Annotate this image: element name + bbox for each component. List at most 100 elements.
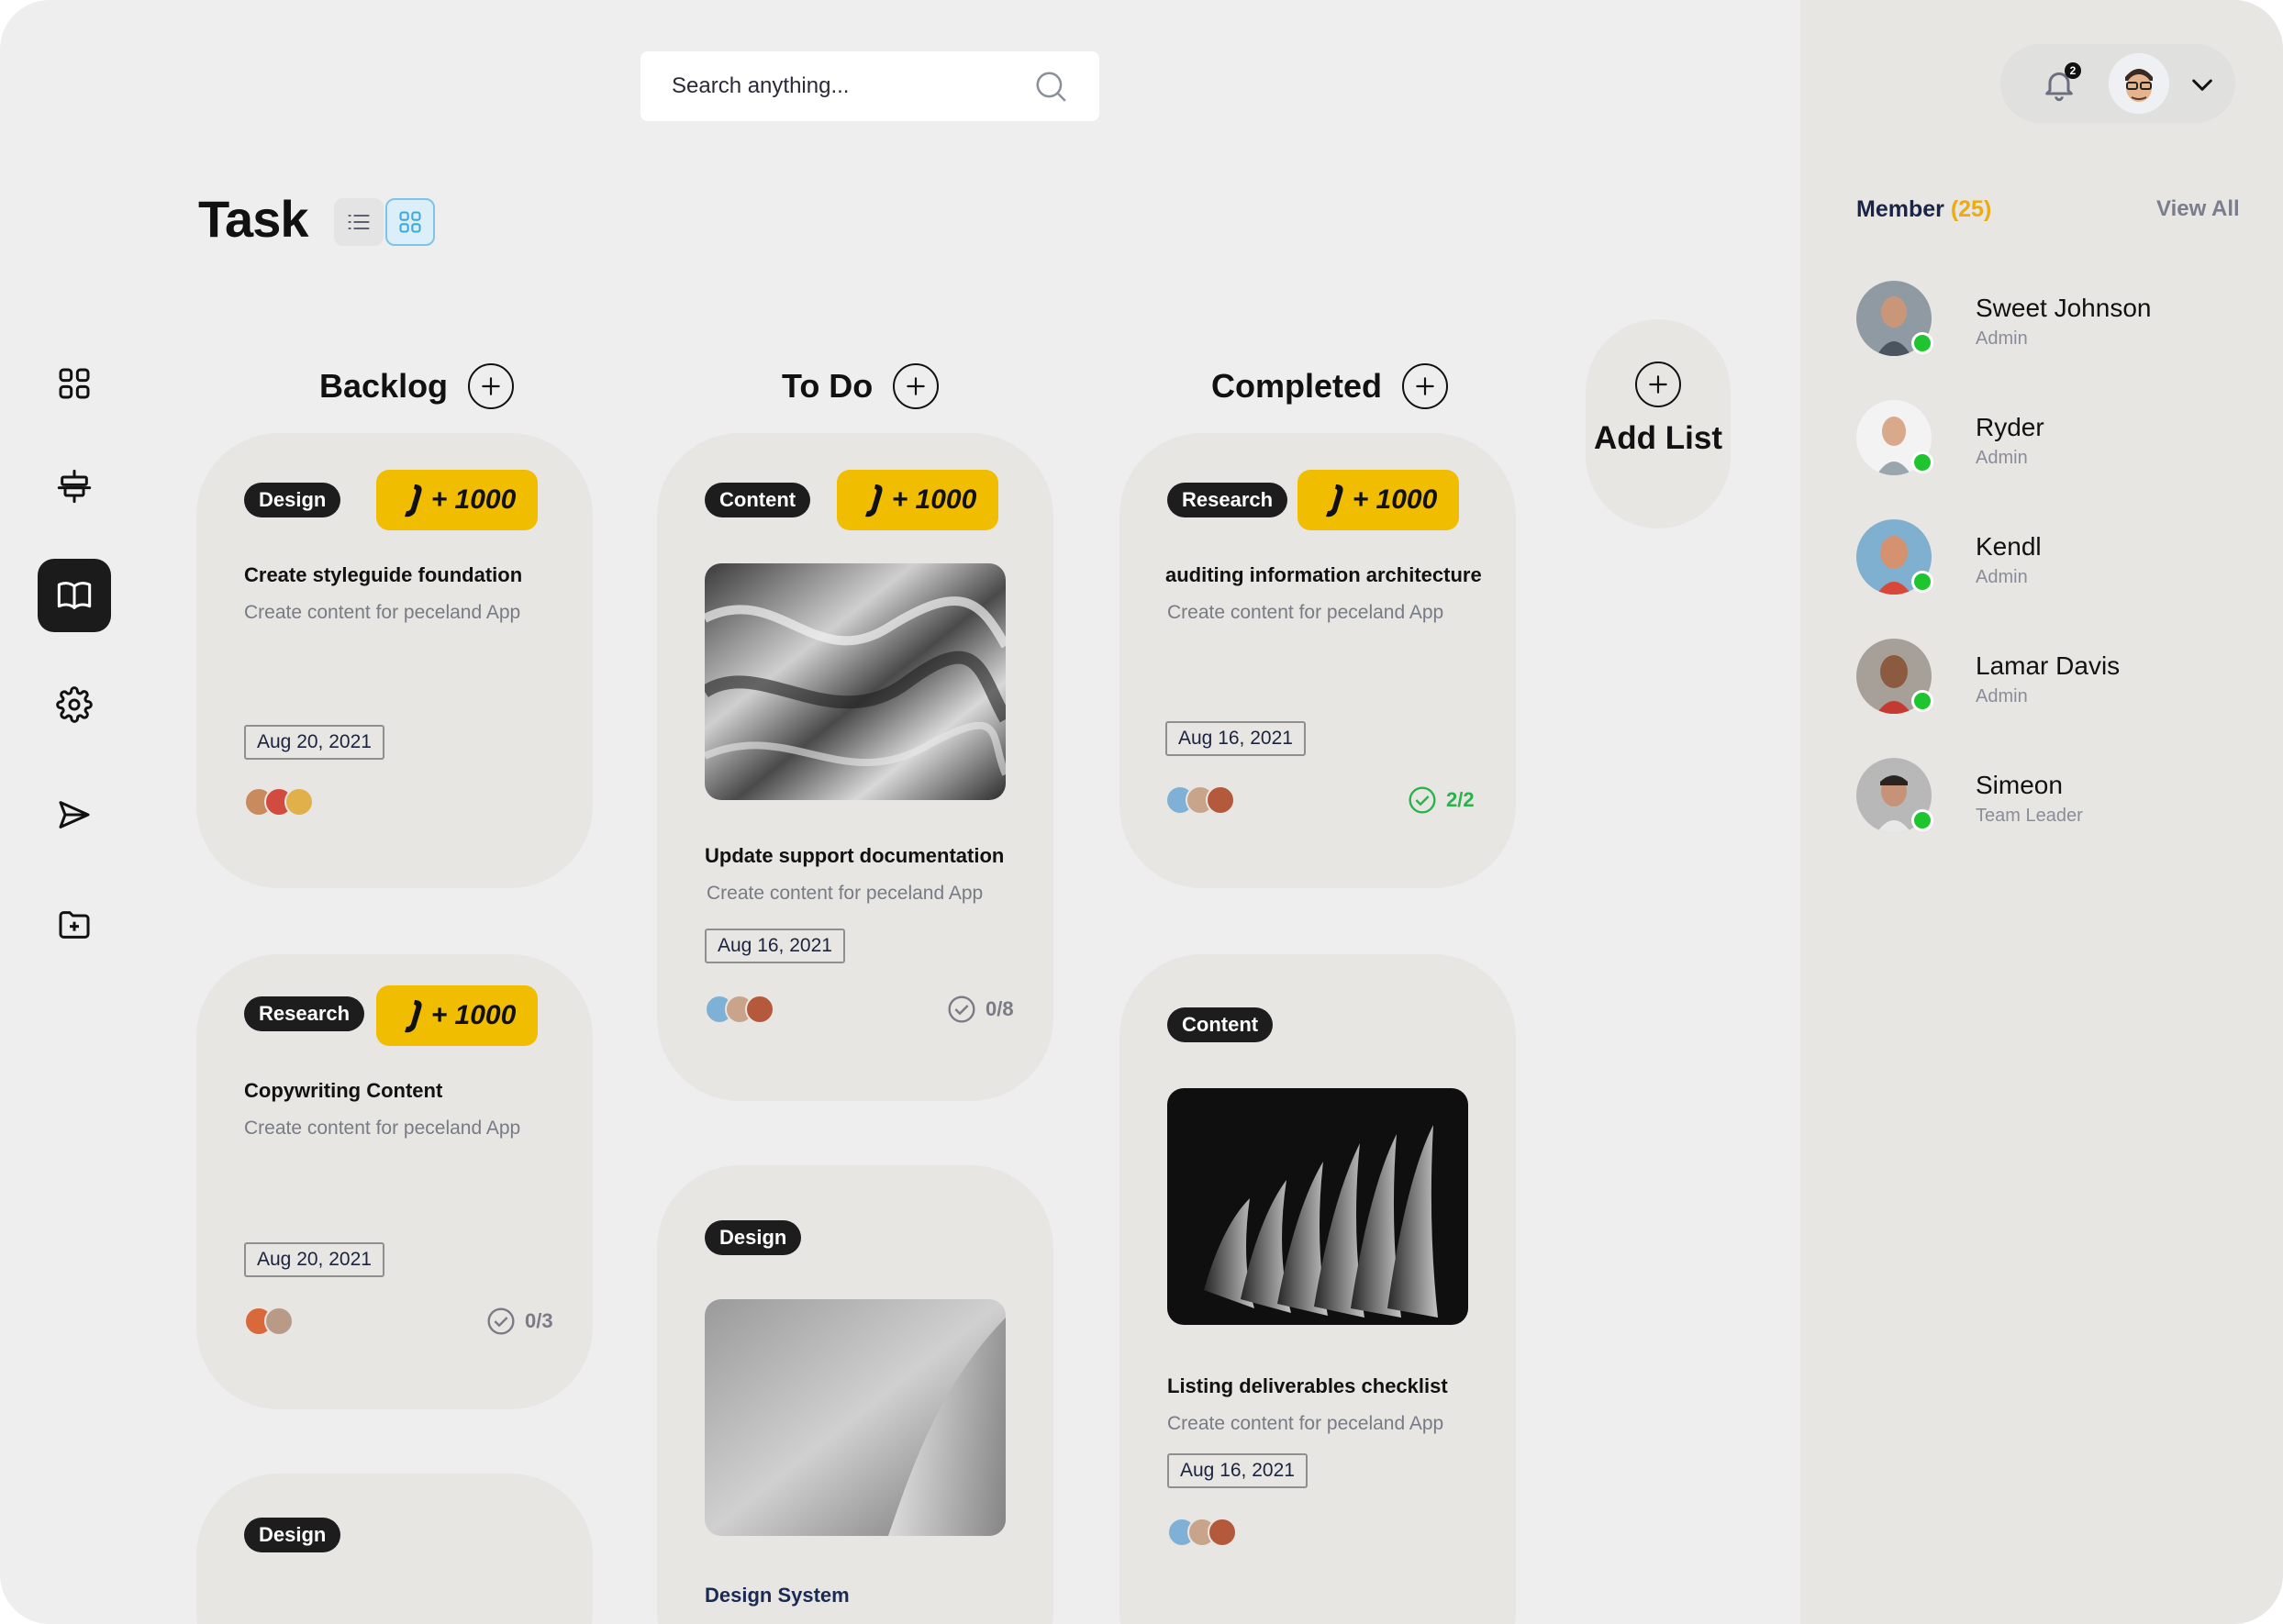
- points-label: + 1000: [1352, 484, 1438, 515]
- member-name: Sweet Johnson: [1976, 294, 2152, 322]
- task-card[interactable]: Content + 1000 Update support documentat…: [657, 433, 1053, 1101]
- category-tag: Design: [705, 1220, 802, 1255]
- member-item[interactable]: Ryder Admin: [1856, 400, 2242, 477]
- member-role: Team Leader: [1976, 806, 2083, 826]
- list-view-button[interactable]: [334, 198, 384, 246]
- points-label: + 1000: [430, 1000, 517, 1030]
- column-header-backlog: Backlog: [319, 363, 515, 409]
- points-label: + 1000: [430, 484, 517, 515]
- card-subtitle: Create content for peceland App: [707, 883, 984, 904]
- brand-logo-icon: [404, 1000, 422, 1033]
- online-indicator: [1911, 809, 1933, 831]
- members-label: Member: [1856, 196, 1944, 222]
- column-title: To Do: [782, 367, 874, 405]
- sidebar-item-align[interactable]: [38, 450, 111, 523]
- member-item[interactable]: Kendl Admin: [1856, 519, 2242, 596]
- member-name: Ryder: [1976, 413, 2044, 441]
- add-card-button[interactable]: [468, 363, 515, 409]
- checklist-count: 2/2: [1446, 788, 1475, 811]
- online-indicator: [1911, 690, 1933, 712]
- task-card[interactable]: Content Listing deliverables checklist C…: [1119, 954, 1516, 1624]
- column-header-todo: To Do: [782, 363, 940, 409]
- page-title: Task: [198, 190, 308, 248]
- card-subtitle: Create content for peceland App: [1167, 1413, 1444, 1434]
- view-all-link[interactable]: View All: [2156, 196, 2240, 222]
- category-tag: Research: [1167, 483, 1288, 517]
- member-name: Lamar Davis: [1976, 651, 2121, 680]
- members-count: (25): [1950, 196, 1992, 222]
- checklist-progress: 0/8: [947, 995, 1014, 1024]
- search-icon[interactable]: [1033, 69, 1068, 104]
- chevron-down-icon[interactable]: [2188, 70, 2217, 99]
- avatar[interactable]: [2109, 53, 2169, 114]
- sidebar-item-send[interactable]: [38, 778, 111, 851]
- card-title: Create styleguide foundation: [244, 563, 523, 586]
- plus-icon: [1416, 377, 1434, 395]
- card-title: Listing deliverables checklist: [1167, 1374, 1448, 1397]
- plus-icon: [907, 377, 926, 395]
- app-window: Search anything... Task Backlog To Do Co…: [0, 0, 2283, 1624]
- member-item[interactable]: Lamar Davis Admin: [1856, 639, 2242, 716]
- add-card-button[interactable]: [893, 363, 940, 409]
- grid-view-button[interactable]: [385, 198, 435, 246]
- column-title: Backlog: [319, 367, 449, 405]
- task-card[interactable]: Design: [196, 1474, 593, 1624]
- card-cover-image: [705, 563, 1006, 800]
- notification-count: 2: [2065, 62, 2081, 79]
- brand-logo-icon: [404, 484, 422, 517]
- user-menu: 2: [2000, 44, 2235, 123]
- avatar: [1206, 785, 1235, 815]
- assignee-avatars: [705, 995, 774, 1024]
- member-role: Admin: [1976, 448, 2028, 468]
- checklist-count: 0/3: [525, 1309, 553, 1332]
- card-subtitle: Create content for peceland App: [1167, 602, 1444, 623]
- plus-icon: [1649, 375, 1667, 394]
- card-title: auditing information architecture: [1165, 563, 1482, 586]
- points-badge: + 1000: [1297, 470, 1459, 530]
- member-item[interactable]: Sweet Johnson Admin: [1856, 281, 2242, 358]
- task-card[interactable]: Research + 1000 auditing information arc…: [1119, 433, 1516, 888]
- grid-icon: [399, 211, 421, 233]
- add-list-button[interactable]: Add List: [1586, 319, 1731, 528]
- search-placeholder: Search anything...: [672, 73, 850, 98]
- folder-add-icon: [59, 911, 90, 939]
- card-cover-image: [705, 1299, 1006, 1536]
- member-name: Simeon: [1976, 771, 2063, 799]
- category-tag: Design: [244, 483, 341, 517]
- brand-logo-icon: [864, 484, 883, 517]
- plus-icon: [482, 377, 500, 395]
- due-date: Aug 16, 2021: [705, 929, 845, 963]
- online-indicator: [1911, 571, 1933, 593]
- search-input[interactable]: Search anything...: [640, 51, 1099, 121]
- sidebar-item-tasks[interactable]: [38, 559, 111, 632]
- category-tag: Content: [1167, 1007, 1274, 1042]
- view-toggle: [334, 198, 435, 246]
- points-badge: + 1000: [837, 470, 998, 530]
- avatar: [745, 995, 774, 1024]
- add-card-button[interactable]: [1402, 363, 1449, 409]
- check-circle-icon: [948, 996, 975, 1023]
- task-card[interactable]: Design Design System: [657, 1165, 1053, 1624]
- due-date: Aug 16, 2021: [1165, 721, 1306, 756]
- assignee-avatars: [1165, 785, 1235, 815]
- card-title: Update support documentation: [705, 844, 1005, 867]
- brand-logo-icon: [1325, 484, 1343, 517]
- sidebar-item-settings[interactable]: [38, 668, 111, 741]
- category-tag: Research: [244, 996, 365, 1031]
- gear-icon: [56, 686, 93, 723]
- avatar: [284, 787, 314, 817]
- column-title: Completed: [1211, 367, 1383, 405]
- book-icon: [57, 582, 92, 609]
- sidebar-item-dashboard[interactable]: [38, 347, 111, 420]
- card-title: Design System: [705, 1584, 850, 1607]
- members-heading: Member (25): [1856, 196, 1991, 223]
- member-item[interactable]: Simeon Team Leader: [1856, 758, 2242, 835]
- sidebar-item-folder[interactable]: [38, 888, 111, 962]
- align-icon: [57, 469, 92, 504]
- assignee-avatars: [244, 787, 314, 817]
- member-name: Kendl: [1976, 532, 2042, 561]
- task-card[interactable]: Design + 1000 Create styleguide foundati…: [196, 433, 593, 888]
- task-card[interactable]: Research + 1000 Copywriting Content Crea…: [196, 954, 593, 1409]
- checklist-progress: 0/3: [486, 1307, 553, 1336]
- card-title: Copywriting Content: [244, 1079, 443, 1102]
